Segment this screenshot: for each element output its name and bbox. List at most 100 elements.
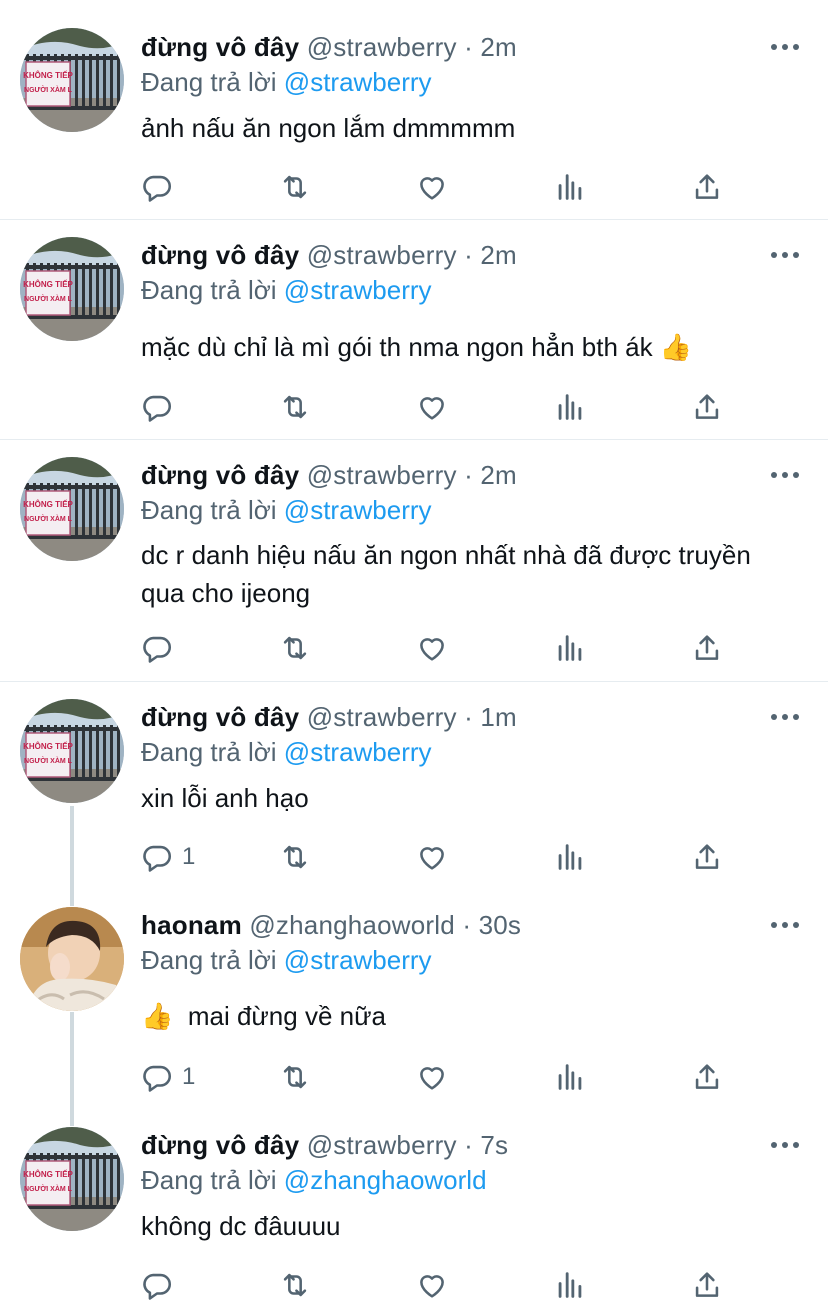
reply-button[interactable] (140, 167, 182, 207)
user-handle[interactable]: @strawberry (307, 240, 457, 270)
retweet-icon (283, 1273, 307, 1297)
timestamp[interactable]: 2m (480, 240, 517, 270)
mention-link[interactable]: @strawberry (284, 67, 432, 97)
replying-to: Đang trả lời @zhanghaoworld (141, 1165, 487, 1195)
retweet-icon (283, 636, 307, 660)
analytics-icon (558, 1272, 582, 1298)
timestamp[interactable]: 1m (480, 702, 517, 732)
share-icon (695, 844, 719, 869)
like-button[interactable] (415, 837, 449, 877)
more-icon[interactable] (770, 250, 800, 260)
reply-button[interactable] (140, 1265, 182, 1305)
share-icon (695, 635, 719, 660)
analytics-button[interactable] (553, 1057, 587, 1097)
replying-to-label: Đang trả lời (141, 945, 277, 975)
share-button[interactable] (690, 167, 724, 207)
display-name[interactable]: đừng vô đây (141, 32, 299, 62)
share-button[interactable] (690, 837, 724, 877)
more-icon[interactable] (770, 470, 800, 480)
retweet-button[interactable] (278, 167, 312, 207)
avatar[interactable]: KHÔNG TIẾP NGƯỜI XÀM L (20, 237, 124, 341)
more-icon[interactable] (770, 920, 800, 930)
share-button[interactable] (690, 387, 724, 427)
avatar[interactable]: KHÔNG TIẾP NGƯỜI XÀM L (20, 1127, 124, 1231)
mention-link[interactable]: @zhanghaoworld (284, 1165, 487, 1195)
gate-sign-avatar-image: KHÔNG TIẾP NGƯỜI XÀM L (20, 699, 124, 803)
tweet[interactable]: KHÔNG TIẾP NGƯỜI XÀM L đừng vô đây @straw… (0, 682, 828, 892)
analytics-icon (558, 394, 582, 420)
retweet-button[interactable] (278, 837, 312, 877)
display-name[interactable]: đừng vô đây (141, 240, 299, 270)
tweet[interactable]: haonam @zhanghaoworld · 30s Đang trả lời… (0, 892, 828, 1112)
mention-link[interactable]: @strawberry (284, 275, 432, 305)
like-button[interactable] (415, 628, 449, 668)
share-button[interactable] (690, 1265, 724, 1305)
retweet-button[interactable] (278, 1265, 312, 1305)
gate-sign-avatar-image: KHÔNG TIẾP NGƯỜI XÀM L (20, 457, 124, 561)
action-bar (0, 1265, 828, 1305)
user-handle[interactable]: @strawberry (307, 460, 457, 490)
more-icon[interactable] (770, 712, 800, 722)
action-bar (0, 628, 828, 668)
mention-link[interactable]: @strawberry (284, 945, 432, 975)
replying-to-label: Đang trả lời (141, 275, 277, 305)
timestamp[interactable]: 7s (480, 1130, 508, 1160)
retweet-button[interactable] (278, 628, 312, 668)
user-handle[interactable]: @strawberry (307, 32, 457, 62)
reply-icon (143, 1065, 172, 1092)
like-button[interactable] (415, 167, 449, 207)
more-icon[interactable] (770, 42, 800, 52)
reply-button[interactable] (140, 628, 182, 668)
display-name[interactable]: đừng vô đây (141, 460, 299, 490)
timestamp[interactable]: 2m (480, 460, 517, 490)
analytics-icon (558, 635, 582, 661)
analytics-button[interactable] (553, 387, 587, 427)
reply-count: 1 (182, 1063, 196, 1090)
like-icon (420, 1275, 444, 1298)
like-button[interactable] (415, 1265, 449, 1305)
replying-to-label: Đang trả lời (141, 495, 277, 525)
share-button[interactable] (690, 628, 724, 668)
mention-link[interactable]: @strawberry (284, 495, 432, 525)
avatar[interactable]: KHÔNG TIẾP NGƯỜI XÀM L (20, 28, 124, 132)
person-avatar-image (20, 907, 124, 1011)
retweet-icon (283, 395, 307, 419)
analytics-button[interactable] (553, 167, 587, 207)
tweet[interactable]: KHÔNG TIẾP NGƯỜI XÀM L đừng vô đây @straw… (0, 1112, 828, 1315)
display-name[interactable]: đừng vô đây (141, 702, 299, 732)
timestamp[interactable]: 30s (479, 910, 522, 940)
user-handle[interactable]: @strawberry (307, 702, 457, 732)
svg-text:NGƯỜI XÀM L: NGƯỜI XÀM L (24, 294, 73, 303)
display-name[interactable]: haonam (141, 910, 242, 940)
like-button[interactable] (415, 1057, 449, 1097)
reply-button[interactable] (140, 387, 182, 427)
user-handle[interactable]: @strawberry (307, 1130, 457, 1160)
display-name[interactable]: đừng vô đây (141, 1130, 299, 1160)
avatar[interactable]: KHÔNG TIẾP NGƯỜI XÀM L (20, 699, 124, 803)
analytics-button[interactable] (553, 628, 587, 668)
action-bar (0, 387, 828, 427)
tweet-header: đừng vô đây @strawberry · 2m (141, 460, 517, 490)
analytics-button[interactable] (553, 837, 587, 877)
timestamp[interactable]: 2m (480, 32, 517, 62)
tweet[interactable]: KHÔNG TIẾP NGƯỜI XÀM L đừng vô đây @straw… (0, 0, 828, 220)
reply-count: 1 (182, 843, 196, 870)
share-icon (695, 1064, 719, 1089)
tweet[interactable]: KHÔNG TIẾP NGƯỜI XÀM L đừng vô đây @straw… (0, 220, 828, 440)
analytics-button[interactable] (553, 1265, 587, 1305)
share-button[interactable] (690, 1057, 724, 1097)
more-icon[interactable] (770, 1140, 800, 1150)
like-button[interactable] (415, 387, 449, 427)
avatar[interactable] (20, 907, 124, 1011)
gate-sign-avatar-image: KHÔNG TIẾP NGƯỜI XÀM L (20, 237, 124, 341)
tweet-text: mặc dù chỉ là mì gói th nma ngon hẳn bth… (141, 332, 693, 362)
separator-dot: · (464, 1130, 473, 1160)
reply-button[interactable]: 1 (140, 837, 195, 877)
mention-link[interactable]: @strawberry (284, 737, 432, 767)
user-handle[interactable]: @zhanghaoworld (249, 910, 455, 940)
retweet-button[interactable] (278, 387, 312, 427)
tweet[interactable]: KHÔNG TIẾP NGƯỜI XÀM L đừng vô đây @straw… (0, 440, 828, 682)
avatar[interactable]: KHÔNG TIẾP NGƯỜI XÀM L (20, 457, 124, 561)
retweet-button[interactable] (278, 1057, 312, 1097)
reply-button[interactable]: 1 (140, 1057, 195, 1097)
